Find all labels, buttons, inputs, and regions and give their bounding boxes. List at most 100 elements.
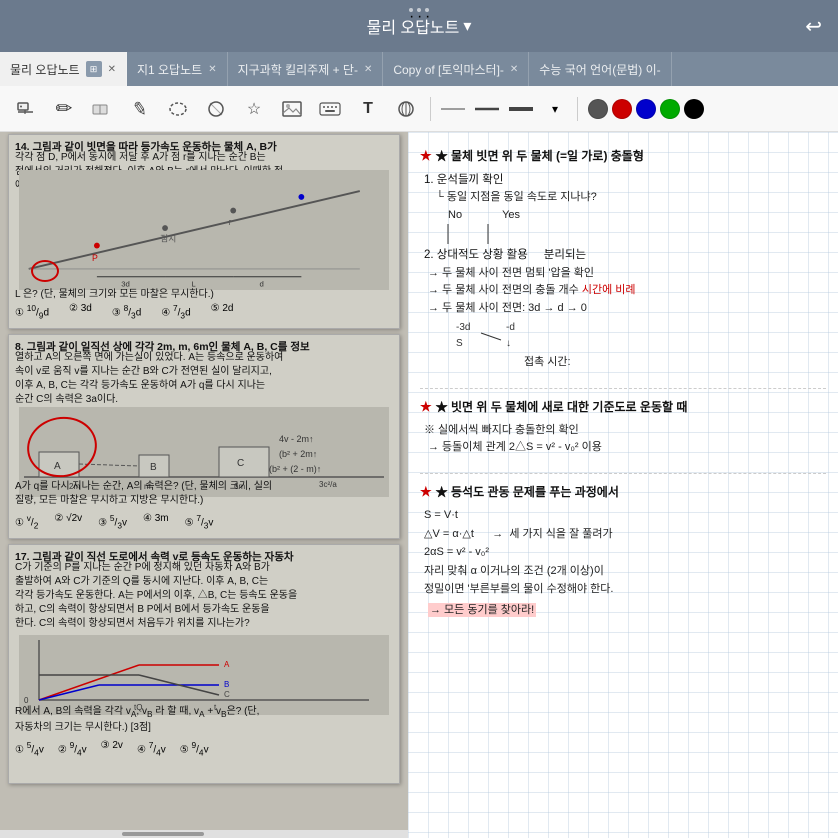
svg-text:4v - 2m↑: 4v - 2m↑ <box>279 434 314 444</box>
svg-text:B: B <box>150 462 157 473</box>
tab-earth-science[interactable]: 지구과학 킬리주제 + 단- ✕ <box>228 52 384 86</box>
s1-arrow-4: → 두 물체 사이 전면: 3d → d → 0 <box>428 300 826 318</box>
divider-2 <box>420 473 826 474</box>
keyboard-tool-button[interactable] <box>312 91 348 127</box>
problem-17-diagram: 0 tQ t A B C <box>19 635 389 715</box>
color-blue[interactable] <box>636 99 656 119</box>
s3-result: 정밀이면 '부른부를의 물이 수정해야 한다. <box>424 581 826 599</box>
problem-14-page: 14. 그림과 같이 빗면을 따라 등가속도 운동하는 물체 A, B가 각각 … <box>8 134 400 329</box>
shapes-tool-button[interactable] <box>198 91 234 127</box>
tab-physics-notes[interactable]: 물리 오답노트 ⊞ ✕ <box>0 52 127 86</box>
svg-text:점지: 점지 <box>160 233 176 244</box>
line-thick-button[interactable] <box>505 95 537 123</box>
color-red[interactable] <box>612 99 632 119</box>
svg-text:0: 0 <box>24 696 29 705</box>
title-bar: · · · 물리 오답노트 ▾ ↩ <box>0 0 838 52</box>
tab-icon: ⊞ <box>86 61 102 77</box>
section1-star: ★ <box>420 146 432 167</box>
section1-items: 1. 운석들끼 확인 └ 동일 지점을 동일 속도로 지나냐? No Yes 2… <box>424 171 826 372</box>
section3-title: ★ 등석도 관동 문제를 푸는 과정에서 <box>436 483 619 502</box>
svg-text:C: C <box>224 690 230 699</box>
link-tool-button[interactable] <box>388 91 424 127</box>
scrollbar-thumb[interactable] <box>122 832 204 836</box>
problem-14-choices: ① 10/9d ② 3d ③ 8/3d ④ 7/3d ⑤ 2d <box>15 303 234 320</box>
tab-close-button[interactable]: ✕ <box>364 64 372 75</box>
svg-text:d: d <box>260 279 264 288</box>
svg-text:(b² + (2 - m)↑: (b² + (2 - m)↑ <box>269 464 321 474</box>
svg-text:A: A <box>224 660 230 669</box>
svg-text:(b² + 2m↑: (b² + 2m↑ <box>279 449 317 459</box>
s3-condition: 자리 맞춰 α 이거나의 조건 (2개 이상)이 <box>424 563 826 581</box>
tab-geo1-notes[interactable]: 지1 오답노트 ✕ <box>127 52 228 86</box>
s3-equations: S = V·t <box>424 507 826 525</box>
section3-items: S = V·t △V = α·△t → 세 가지 식을 잘 풀려가 2αS = … <box>424 507 826 621</box>
problem-8-page: 8. 그림과 같이 일직선 상에 각각 2m, m, 6m인 물체 A, B, … <box>8 334 400 539</box>
notes-content: ★ ★ 물체 빗면 위 두 물체 (=일 가로) 충돌형 1. 운석들끼 확인 … <box>408 132 838 838</box>
note-section-1: ★ ★ 물체 빗면 위 두 물체 (=일 가로) 충돌형 1. 운석들끼 확인 … <box>420 146 826 372</box>
lasso-tool-button[interactable] <box>160 91 196 127</box>
toolbar-separator <box>430 97 431 121</box>
tab-copy-toeic[interactable]: Copy of [토익마스터]- ✕ <box>383 52 529 86</box>
problem-8-choices: ① v/2 ② √2v ③ 5/3v ④ 3m ⑤ 7/3v <box>15 513 213 530</box>
tab-label: 지구과학 킬리주제 + 단- <box>238 61 358 78</box>
svg-text:3c²/a: 3c²/a <box>319 480 337 489</box>
text-tool-button[interactable]: T <box>350 91 386 127</box>
color-black[interactable] <box>684 99 704 119</box>
notebook-left-panel: 14. 그림과 같이 빗면을 따라 등가속도 운동하는 물체 A, B가 각각 … <box>0 132 408 838</box>
problem-14-diagram: P 점지 r 3d L d <box>19 170 389 290</box>
problem-17-choices: ① 5/4v ② 9/4v ③ 2v ④ 7/4v ⑤ 9/4v <box>15 740 209 757</box>
back-button[interactable]: ↩ <box>805 14 822 39</box>
s3-eq3: 2αS = v² - v₀² <box>424 544 826 562</box>
line-thin-button[interactable] <box>437 95 469 123</box>
s2-item-1: ※ 실에서씩 빠지다 충돌한의 확인 <box>424 422 826 440</box>
horizontal-scrollbar[interactable] <box>0 830 408 838</box>
problem-8-question: A가 q를 다시 지나는 순간, A의 속력은? (단, 물체의 크기, 실의질… <box>15 480 272 508</box>
tab-close-button[interactable]: ✕ <box>510 64 518 75</box>
problem-17-page: 17. 그림과 같이 직선 도로에서 속력 v로 등속도 운동하는 자동차 C가… <box>8 544 400 784</box>
section2-items: ※ 실에서씩 빠지다 충돌한의 확인 → 등돌이체 관계 2△S = v² - … <box>424 422 826 457</box>
tab-label: Copy of [토익마스터]- <box>393 61 504 78</box>
s1-item-1: 1. 운석들끼 확인 <box>424 171 826 189</box>
note-section-2: ★ ★ 빗면 위 두 물체에 새로 대한 기준도로 운동할 때 ※ 실에서씩 빠… <box>420 397 826 457</box>
window-dots: · · · <box>409 8 429 12</box>
s2-arrow-1: → 등돌이체 관계 2△S = v² - v₀² 이용 <box>428 439 826 457</box>
pen-tool-button[interactable]: ✏ <box>46 91 82 127</box>
eraser-tool-button[interactable] <box>84 91 120 127</box>
section3-title-row: ★ ★ 등석도 관동 문제를 푸는 과정에서 <box>420 482 826 503</box>
problem-14-question: L 은? (단, 물체의 크기와 모든 마찰은 무시한다.) <box>15 285 214 300</box>
s1-arrow-1: └ 동일 지점을 동일 속도로 지나냐? <box>436 189 826 207</box>
tab-close-button[interactable]: ✕ <box>208 64 216 75</box>
s1-yn-row: No Yes <box>448 207 826 225</box>
image-tool-button[interactable] <box>274 91 310 127</box>
s3-conclusion: → 모든 동기를 찾아라! <box>428 602 826 620</box>
color-green[interactable] <box>660 99 680 119</box>
pencil-tool-button[interactable]: ✎ <box>119 88 161 130</box>
answer-circle-1 <box>31 260 59 282</box>
search-tool-button[interactable] <box>8 91 44 127</box>
svg-text:S: S <box>456 338 463 348</box>
s3-eq-row: △V = α·△t → 세 가지 식을 잘 풀려가 <box>424 526 826 544</box>
tab-korean[interactable]: 수능 국어 언어(문법) 이- <box>529 52 671 86</box>
section1-title-row: ★ ★ 물체 빗면 위 두 물체 (=일 가로) 충돌형 <box>420 146 826 167</box>
line-medium-button[interactable] <box>471 95 503 123</box>
star-tool-button[interactable]: ☆ <box>236 91 272 127</box>
s1-arrow-2: → 두 물체 사이 전면 멈퇴 '압을 확인 <box>428 265 826 283</box>
s1-sub-diagram: -3d -d S ↓ <box>456 318 826 355</box>
note-right-panel: ★ ★ 물체 빗면 위 두 물체 (=일 가로) 충돌형 1. 운석들끼 확인 … <box>408 132 838 838</box>
toolbar: ✏ ✎ ☆ T <box>0 86 838 132</box>
svg-text:C: C <box>237 458 244 469</box>
problem-17-question: R에서 A, B의 속력을 각각 vA, vB 라 할 때, vA + vB은?… <box>15 705 259 735</box>
section2-star: ★ <box>420 397 432 418</box>
tab-bar: 물리 오답노트 ⊞ ✕ 지1 오답노트 ✕ 지구과학 킬리주제 + 단- ✕ C… <box>0 52 838 86</box>
tab-close-button[interactable]: ✕ <box>108 64 116 75</box>
divider-1 <box>420 388 826 389</box>
line-dropdown-button[interactable]: ▾ <box>539 95 571 123</box>
tab-label: 물리 오답노트 <box>10 61 80 78</box>
note-section-3: ★ ★ 등석도 관동 문제를 푸는 과정에서 S = V·t △V = α·△t… <box>420 482 826 620</box>
toolbar-separator-2 <box>577 97 578 121</box>
tab-label: 수능 국어 언어(문법) 이- <box>539 61 660 78</box>
title-chevron-icon[interactable]: ▾ <box>463 16 471 36</box>
s1-contact-time: 접촉 시간: <box>524 354 826 372</box>
color-dark-gray[interactable] <box>588 99 608 119</box>
svg-text:r: r <box>228 217 231 227</box>
